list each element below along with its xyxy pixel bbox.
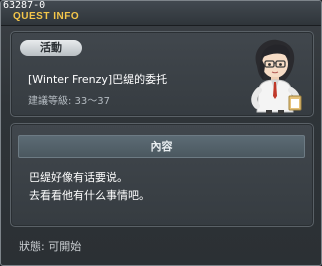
quest-info-window: 63287-0 QUEST INFO 活動 [Winter Frenzy]巴缇的… [0,0,322,266]
quest-level-requirement: 建議等級: 33～37 [28,96,110,107]
quest-content-panel: 內容 巴缇好像有话要说。 去看看他有什么事情吧。 [10,123,314,227]
content-line: 巴缇好像有话要说。 [29,171,128,184]
event-badge: 活動 [20,40,82,56]
window-title: QUEST INFO [13,11,80,22]
quest-summary-panel: 活動 [Winter Frenzy]巴缇的委托 建議等級: 33～37 [10,31,314,117]
quest-name: [Winter Frenzy]巴缇的委托 [28,73,168,86]
title-bar[interactable]: 63287-0 QUEST INFO [1,1,321,26]
npc-portrait-icon [251,39,302,114]
content-line: 去看看他有什么事情吧。 [29,189,150,202]
quest-id-label: 63287-0 [3,0,46,11]
content-header: 內容 [18,135,305,158]
quest-status: 狀態: 可開始 [19,240,82,253]
